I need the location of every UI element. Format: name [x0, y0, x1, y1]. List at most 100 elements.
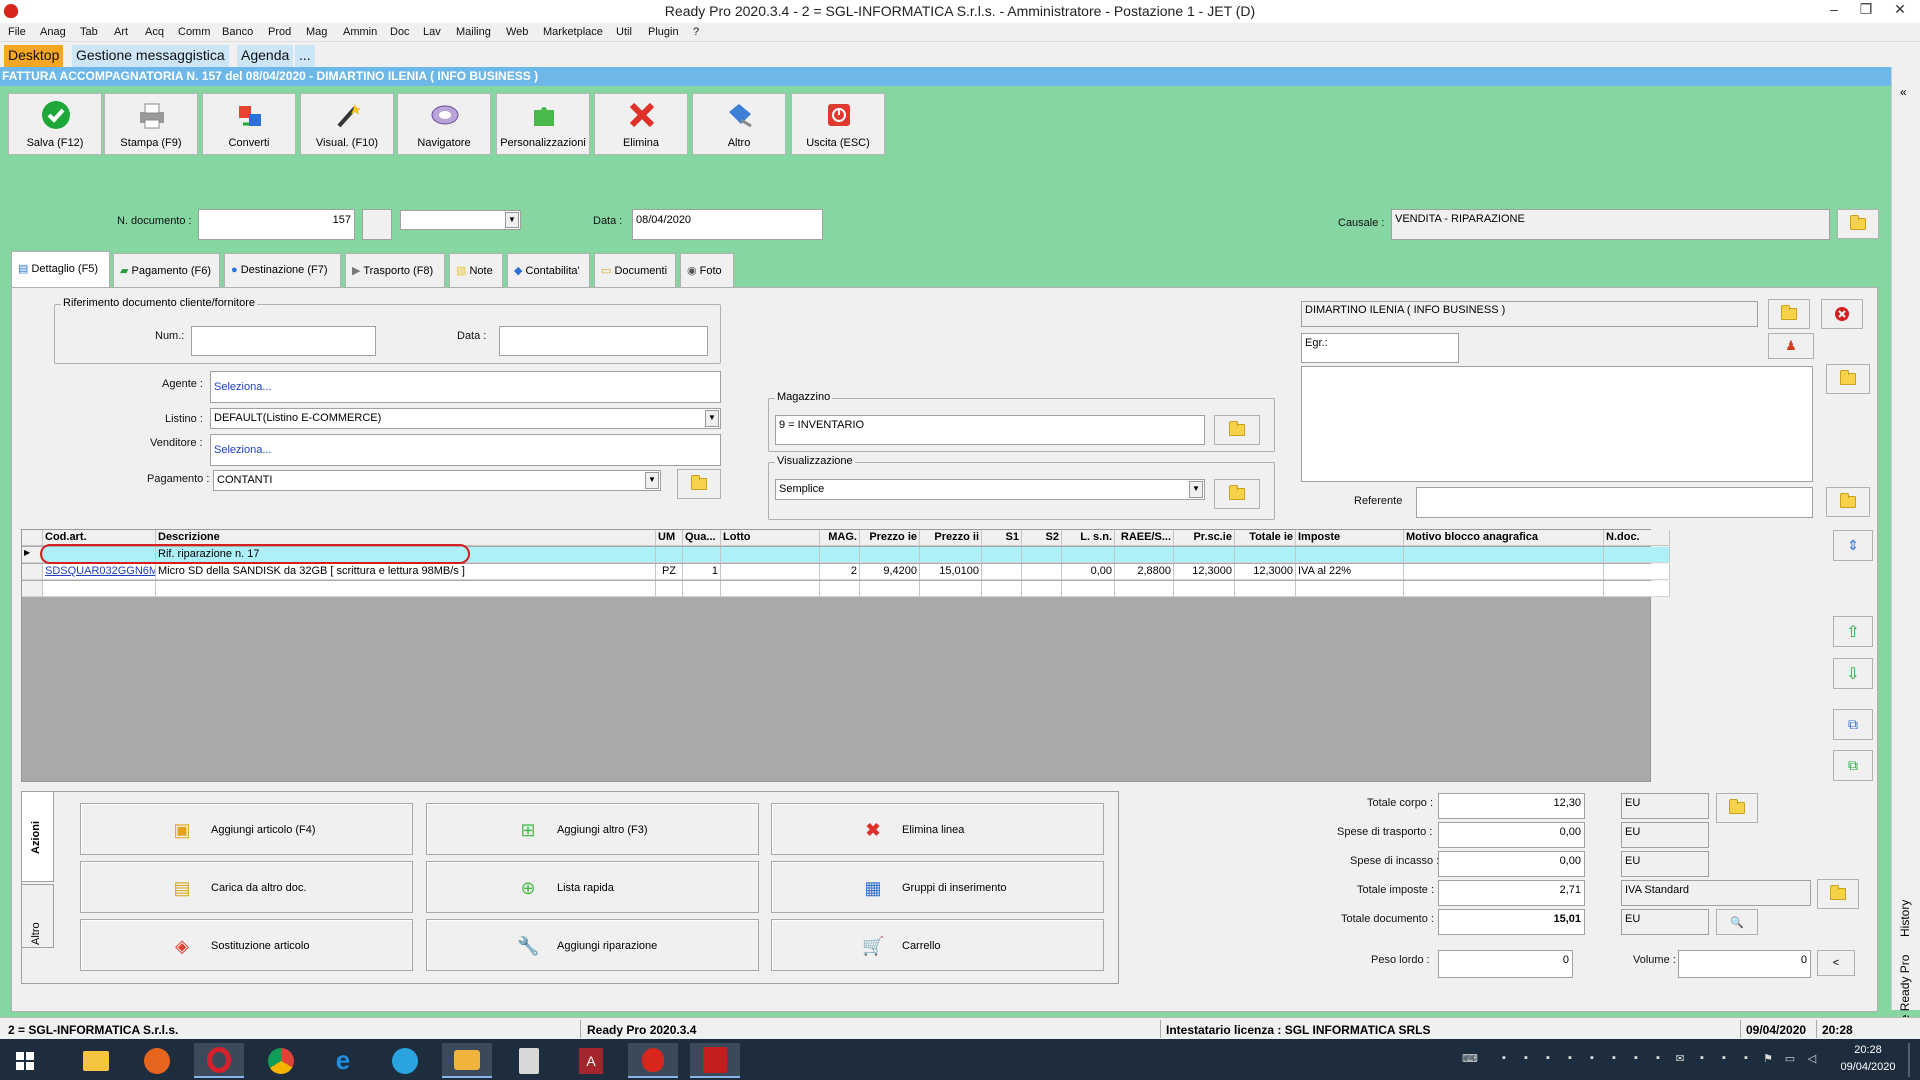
- tray-app-icon[interactable]: ▪: [1739, 1052, 1753, 1066]
- rif-data-field[interactable]: [499, 326, 708, 356]
- magazzino-folder-button[interactable]: [1214, 415, 1260, 445]
- grid-cell[interactable]: 12,3000: [1174, 564, 1235, 580]
- tray-app-icon[interactable]: ▪: [1607, 1052, 1621, 1066]
- grid-cell[interactable]: [1296, 547, 1404, 563]
- menu-ammin[interactable]: Ammin: [343, 26, 377, 38]
- grid-cell[interactable]: [982, 581, 1022, 597]
- grid-cell[interactable]: [1115, 547, 1174, 563]
- menu-help[interactable]: ?: [693, 26, 699, 38]
- menu-plugin[interactable]: Plugin: [648, 26, 679, 38]
- grid-cell[interactable]: [656, 547, 683, 563]
- numbering-series-select[interactable]: ▼: [400, 210, 521, 230]
- totale-documento-zoom-button[interactable]: 🔍: [1716, 909, 1758, 935]
- customer-remove-button[interactable]: [1821, 299, 1863, 329]
- tab-more[interactable]: ...: [295, 45, 315, 67]
- grid-cell[interactable]: 9,4200: [860, 564, 920, 580]
- grid-cell[interactable]: [1404, 581, 1604, 597]
- copy-line-button[interactable]: ⧉: [1833, 709, 1873, 740]
- add-other-button[interactable]: ⊞ Aggiungi altro (F3): [426, 803, 759, 855]
- grid-cell[interactable]: [1174, 581, 1235, 597]
- grid-cell[interactable]: [1604, 564, 1670, 580]
- referente-field[interactable]: [1416, 487, 1813, 518]
- menu-marketplace[interactable]: Marketplace: [543, 26, 603, 38]
- tab-contabilita[interactable]: ◆ Contabilita': [507, 253, 590, 287]
- edge-ie-icon[interactable]: e: [318, 1043, 368, 1078]
- file-explorer-icon[interactable]: [71, 1043, 121, 1078]
- paste-line-button[interactable]: ⧉: [1833, 750, 1873, 781]
- grid-cell[interactable]: 2,8800: [1115, 564, 1174, 580]
- venditore-field[interactable]: Seleziona...: [210, 434, 721, 466]
- network-icon[interactable]: ▭: [1783, 1052, 1797, 1066]
- grid-header-raee[interactable]: RAEE/S...: [1115, 530, 1174, 546]
- spese-incasso-field[interactable]: 0,00: [1438, 851, 1585, 877]
- grid-cell-description[interactable]: Micro SD della SANDISK da 32GB [ scrittu…: [156, 564, 656, 580]
- grid-header-totale-ie[interactable]: Totale ie: [1235, 530, 1296, 546]
- menu-lav[interactable]: Lav: [423, 26, 441, 38]
- visual-button[interactable]: Visual. (F10): [300, 93, 394, 155]
- insert-groups-button[interactable]: ▦ Gruppi di inserimento: [771, 861, 1104, 913]
- customizations-button[interactable]: Personalizzazioni: [496, 93, 590, 155]
- move-up-button[interactable]: ⇧: [1833, 616, 1873, 647]
- grid-header-mag[interactable]: MAG.: [820, 530, 860, 546]
- grid-cell[interactable]: [1235, 581, 1296, 597]
- grid-cell[interactable]: [1062, 547, 1115, 563]
- replace-article-button[interactable]: ◈ Sostituzione articolo: [80, 919, 413, 971]
- add-repair-button[interactable]: 🔧 Aggiungi riparazione: [426, 919, 759, 971]
- menu-mailing[interactable]: Mailing: [456, 26, 491, 38]
- grid-cell[interactable]: [156, 581, 656, 597]
- grid-cell[interactable]: [1174, 547, 1235, 563]
- grid-top-button[interactable]: ⇕: [1833, 530, 1873, 561]
- tab-altro[interactable]: Altro: [21, 884, 54, 948]
- volume-icon[interactable]: ◁: [1805, 1052, 1819, 1066]
- grid-header-um[interactable]: UM: [656, 530, 683, 546]
- tab-documenti[interactable]: ▭ Documenti: [594, 253, 676, 287]
- address-folder-button[interactable]: [1826, 364, 1870, 394]
- tab-azioni[interactable]: Azioni: [21, 791, 54, 882]
- telegram-icon[interactable]: [380, 1043, 430, 1078]
- mail-client-icon[interactable]: [442, 1043, 492, 1078]
- grid-cell[interactable]: [1022, 581, 1062, 597]
- customer-name-field[interactable]: DIMARTINO ILENIA ( INFO BUSINESS ): [1301, 301, 1758, 327]
- flag-icon[interactable]: ⚑: [1761, 1052, 1775, 1066]
- save-button[interactable]: Salva (F12): [8, 93, 102, 155]
- menu-art[interactable]: Art: [114, 26, 128, 38]
- minimize-icon[interactable]: –: [1819, 1, 1849, 17]
- tab-foto[interactable]: ◉ Foto: [680, 253, 734, 287]
- grid-cell[interactable]: [721, 564, 820, 580]
- tab-agenda[interactable]: Agenda: [237, 45, 294, 67]
- grid-cell-code-link[interactable]: SDSQUAR032GGN6M: [43, 564, 156, 580]
- keyboard-icon[interactable]: ⌨: [1456, 1052, 1484, 1066]
- history-tab[interactable]: History: [1898, 900, 1912, 937]
- pagamento-select[interactable]: CONTANTI ▼: [213, 470, 661, 491]
- totale-corpo-folder-button[interactable]: [1716, 793, 1758, 823]
- convert-button[interactable]: Converti: [202, 93, 296, 155]
- grid-header-pr-sc-ie[interactable]: Pr.sc.ie: [1174, 530, 1235, 546]
- restore-icon[interactable]: ❐: [1851, 1, 1881, 18]
- visualizzazione-select[interactable]: Semplice ▼: [775, 479, 1205, 500]
- tray-app-icon[interactable]: ▪: [1585, 1052, 1599, 1066]
- causale-field[interactable]: VENDITA - RIPARAZIONE: [1391, 209, 1830, 240]
- exit-button[interactable]: Uscita (ESC): [791, 93, 885, 155]
- tab-trasporto[interactable]: ▶ Trasporto (F8): [345, 253, 445, 287]
- grid-cell[interactable]: [1404, 564, 1604, 580]
- grid-cell[interactable]: [1022, 547, 1062, 563]
- grid-cell[interactable]: [982, 547, 1022, 563]
- grid-cell[interactable]: 2: [820, 564, 860, 580]
- grid-cell[interactable]: [860, 581, 920, 597]
- customer-address-area[interactable]: [1301, 366, 1813, 482]
- grid-cell[interactable]: [683, 547, 721, 563]
- move-down-button[interactable]: ⇩: [1833, 658, 1873, 689]
- spese-trasporto-field[interactable]: 0,00: [1438, 822, 1585, 848]
- tab-pagamento[interactable]: ▰ Pagamento (F6): [113, 253, 220, 287]
- collapse-icon[interactable]: «: [1900, 85, 1907, 99]
- delete-button[interactable]: Elimina: [594, 93, 688, 155]
- grid-header-n-doc[interactable]: N.doc.: [1604, 530, 1670, 546]
- grid-cell[interactable]: [656, 581, 683, 597]
- agente-field[interactable]: Seleziona...: [210, 371, 721, 403]
- close-icon[interactable]: ✕: [1885, 1, 1915, 18]
- firefox-icon[interactable]: [132, 1043, 182, 1078]
- menu-doc[interactable]: Doc: [390, 26, 410, 38]
- grid-cell[interactable]: [982, 564, 1022, 580]
- grid-cell[interactable]: [820, 547, 860, 563]
- imposte-folder-button[interactable]: [1817, 879, 1859, 909]
